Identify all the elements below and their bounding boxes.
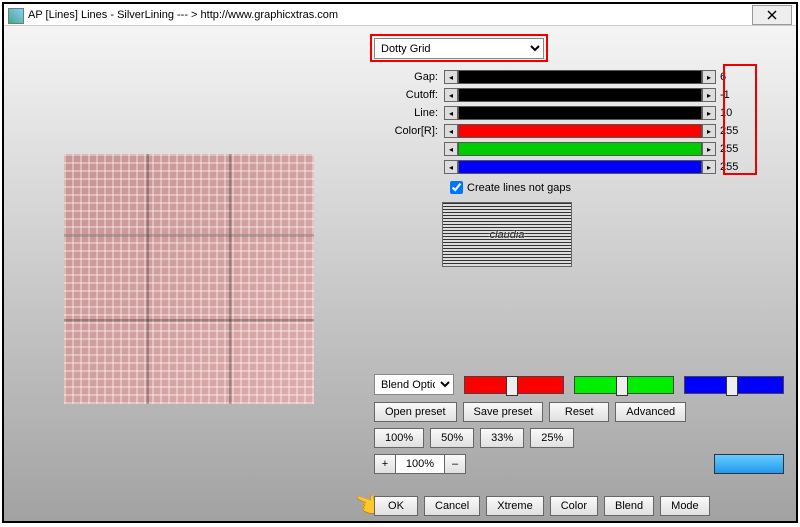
slider-color-g[interactable]: ◂ ▸ [444, 142, 716, 156]
window-title: AP [Lines] Lines - SilverLining --- > ht… [28, 9, 752, 21]
value-color-g: 255 [720, 143, 748, 155]
value-color-b: 255 [720, 161, 748, 173]
zoom-25-button[interactable]: 25% [530, 428, 574, 448]
cancel-button[interactable]: Cancel [424, 496, 480, 516]
slider-thumb[interactable] [616, 376, 628, 396]
preview-image [64, 154, 314, 404]
app-icon [8, 8, 22, 22]
blend-row: Blend Optic [374, 374, 784, 395]
save-preset-button[interactable]: Save preset [463, 402, 544, 422]
track-blue[interactable] [458, 160, 702, 174]
reset-button[interactable]: Reset [549, 402, 609, 422]
blend-options-select[interactable]: Blend Optic [374, 374, 454, 395]
slider-color-r[interactable]: ◂ ▸ [444, 124, 716, 138]
track-gap[interactable] [458, 70, 702, 84]
arrow-left-icon[interactable]: ◂ [444, 142, 458, 156]
row-color-r: Color[R]: ◂ ▸ 255 [374, 123, 784, 139]
value-cutoff: -1 [720, 89, 748, 101]
blend-button[interactable]: Blend [604, 496, 654, 516]
value-gap: 6 [720, 71, 748, 83]
slider-line[interactable]: ◂ ▸ [444, 106, 716, 120]
zoom-out-button[interactable]: – [444, 454, 466, 474]
track-green[interactable] [458, 142, 702, 156]
blend-slider-blue[interactable] [684, 376, 784, 394]
arrow-left-icon[interactable]: ◂ [444, 106, 458, 120]
close-icon [767, 10, 777, 20]
create-lines-checkbox[interactable] [450, 181, 463, 194]
controls-panel: Dotty Grid Gap: ◂ ▸ 6 Cutoff: ◂ ▸ -1 [374, 38, 784, 267]
zoom-in-button[interactable]: + [374, 454, 396, 474]
blend-slider-green[interactable] [574, 376, 674, 394]
zoom-100-button[interactable]: 100% [374, 428, 424, 448]
track-cutoff[interactable] [458, 88, 702, 102]
slider-gap[interactable]: ◂ ▸ [444, 70, 716, 84]
parameter-rows: Gap: ◂ ▸ 6 Cutoff: ◂ ▸ -1 Line: [374, 69, 784, 175]
xtreme-button[interactable]: Xtreme [486, 496, 543, 516]
arrow-right-icon[interactable]: ▸ [702, 124, 716, 138]
arrow-left-icon[interactable]: ◂ [444, 88, 458, 102]
preset-select[interactable]: Dotty Grid [374, 38, 544, 59]
row-line: Line: ◂ ▸ 10 [374, 105, 784, 121]
arrow-right-icon[interactable]: ▸ [702, 106, 716, 120]
ok-button[interactable]: OK [374, 496, 418, 516]
action-buttons-row: OK Cancel Xtreme Color Blend Mode [374, 496, 784, 516]
create-lines-label: Create lines not gaps [467, 182, 571, 194]
percent-buttons-row: 100% 50% 33% 25% [374, 428, 784, 448]
zoom-row: + 100% – [374, 454, 784, 474]
color-swatch[interactable] [714, 454, 784, 474]
color-button[interactable]: Color [550, 496, 598, 516]
row-color-b: ◂ ▸ 255 [374, 159, 784, 175]
preview-panel [64, 154, 314, 404]
row-gap: Gap: ◂ ▸ 6 [374, 69, 784, 85]
arrow-left-icon[interactable]: ◂ [444, 124, 458, 138]
slider-color-b[interactable]: ◂ ▸ [444, 160, 716, 174]
label-line: Line: [374, 107, 444, 119]
track-red[interactable] [458, 124, 702, 138]
advanced-button[interactable]: Advanced [615, 402, 686, 422]
slider-thumb[interactable] [726, 376, 738, 396]
arrow-right-icon[interactable]: ▸ [702, 160, 716, 174]
slider-cutoff[interactable]: ◂ ▸ [444, 88, 716, 102]
open-preset-button[interactable]: Open preset [374, 402, 457, 422]
preset-buttons-row: Open preset Save preset Reset Advanced [374, 402, 784, 422]
arrow-left-icon[interactable]: ◂ [444, 160, 458, 174]
preview-logo: claudia [442, 202, 572, 267]
zoom-50-button[interactable]: 50% [430, 428, 474, 448]
row-color-g: ◂ ▸ 255 [374, 141, 784, 157]
label-gap: Gap: [374, 71, 444, 83]
arrow-left-icon[interactable]: ◂ [444, 70, 458, 84]
zoom-value: 100% [395, 454, 445, 474]
create-lines-row: Create lines not gaps [450, 181, 784, 194]
label-cutoff: Cutoff: [374, 89, 444, 101]
label-color-r: Color[R]: [374, 125, 444, 137]
arrow-right-icon[interactable]: ▸ [702, 70, 716, 84]
zoom-33-button[interactable]: 33% [480, 428, 524, 448]
plugin-window: AP [Lines] Lines - SilverLining --- > ht… [2, 2, 798, 523]
value-color-r: 255 [720, 125, 748, 137]
titlebar: AP [Lines] Lines - SilverLining --- > ht… [4, 4, 796, 26]
arrow-right-icon[interactable]: ▸ [702, 142, 716, 156]
blend-slider-red[interactable] [464, 376, 564, 394]
value-line: 10 [720, 107, 748, 119]
row-cutoff: Cutoff: ◂ ▸ -1 [374, 87, 784, 103]
slider-thumb[interactable] [506, 376, 518, 396]
mode-button[interactable]: Mode [660, 496, 710, 516]
track-line[interactable] [458, 106, 702, 120]
close-button[interactable] [752, 5, 792, 25]
arrow-right-icon[interactable]: ▸ [702, 88, 716, 102]
